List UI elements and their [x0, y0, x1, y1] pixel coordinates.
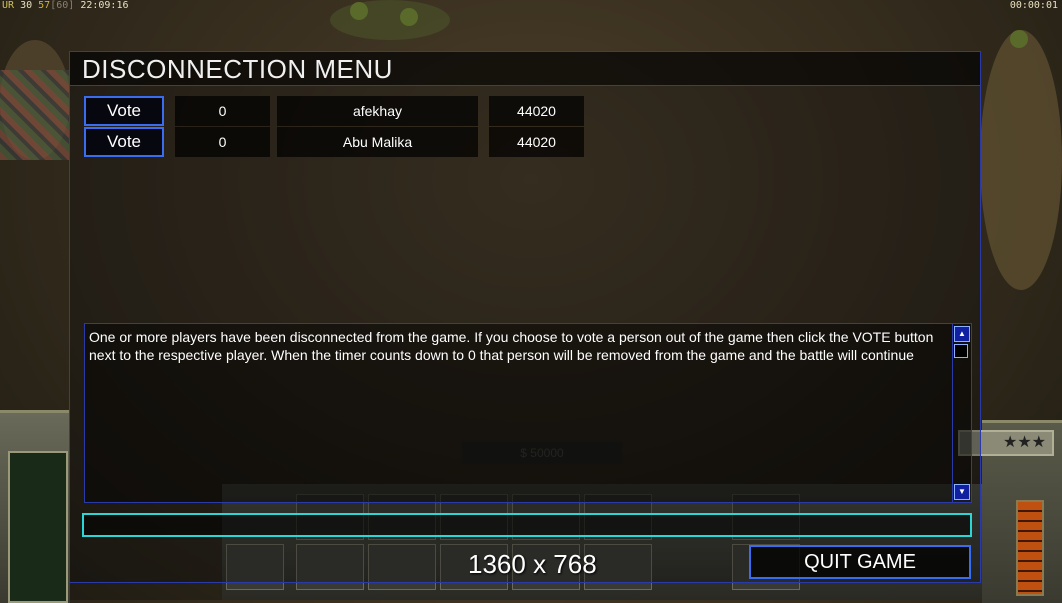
vote-count: 0	[175, 96, 270, 126]
hud-left-panel	[0, 410, 70, 603]
town-buildings	[0, 70, 70, 160]
player-name: Abu Malika	[277, 127, 478, 157]
message-box: One or more players have been disconnect…	[84, 323, 972, 503]
power-bar	[1016, 500, 1044, 596]
chat-input[interactable]	[82, 513, 972, 537]
scroll-up-arrow-icon[interactable]: ▲	[954, 326, 970, 342]
debug-stats: UR 30 57[60] 22:09:16	[2, 0, 129, 11]
fps-cap: [60]	[50, 0, 75, 11]
game-timer: 00:00:01	[1009, 0, 1058, 11]
terrain	[330, 0, 450, 40]
tree	[1010, 30, 1028, 48]
player-ping: 44020	[489, 96, 584, 126]
scrollbar[interactable]: ▲ ▼	[952, 324, 971, 502]
ur-value: 30	[20, 0, 33, 11]
quit-game-button[interactable]: QUIT GAME	[749, 545, 971, 579]
ur-label: UR	[2, 0, 15, 11]
menu-title: DISCONNECTION MENU	[70, 52, 980, 86]
tree	[400, 8, 418, 26]
player-ping: 44020	[489, 127, 584, 157]
disconnection-menu: DISCONNECTION MENU Vote 0 afekhay 44020 …	[69, 51, 981, 583]
terrain	[980, 30, 1062, 290]
resolution-label: 1360 x 768	[468, 549, 597, 579]
player-name: afekhay	[277, 96, 478, 126]
scroll-thumb[interactable]	[954, 344, 968, 358]
vote-button[interactable]: Vote	[84, 127, 164, 157]
radar[interactable]	[8, 451, 68, 603]
tree	[350, 2, 368, 20]
disconnect-message: One or more players have been disconnect…	[89, 329, 934, 363]
fps-value: 57	[38, 0, 51, 11]
scroll-down-arrow-icon[interactable]: ▼	[954, 484, 970, 500]
vote-button[interactable]: Vote	[84, 96, 164, 126]
vote-count: 0	[175, 127, 270, 157]
clock: 22:09:16	[80, 0, 129, 11]
